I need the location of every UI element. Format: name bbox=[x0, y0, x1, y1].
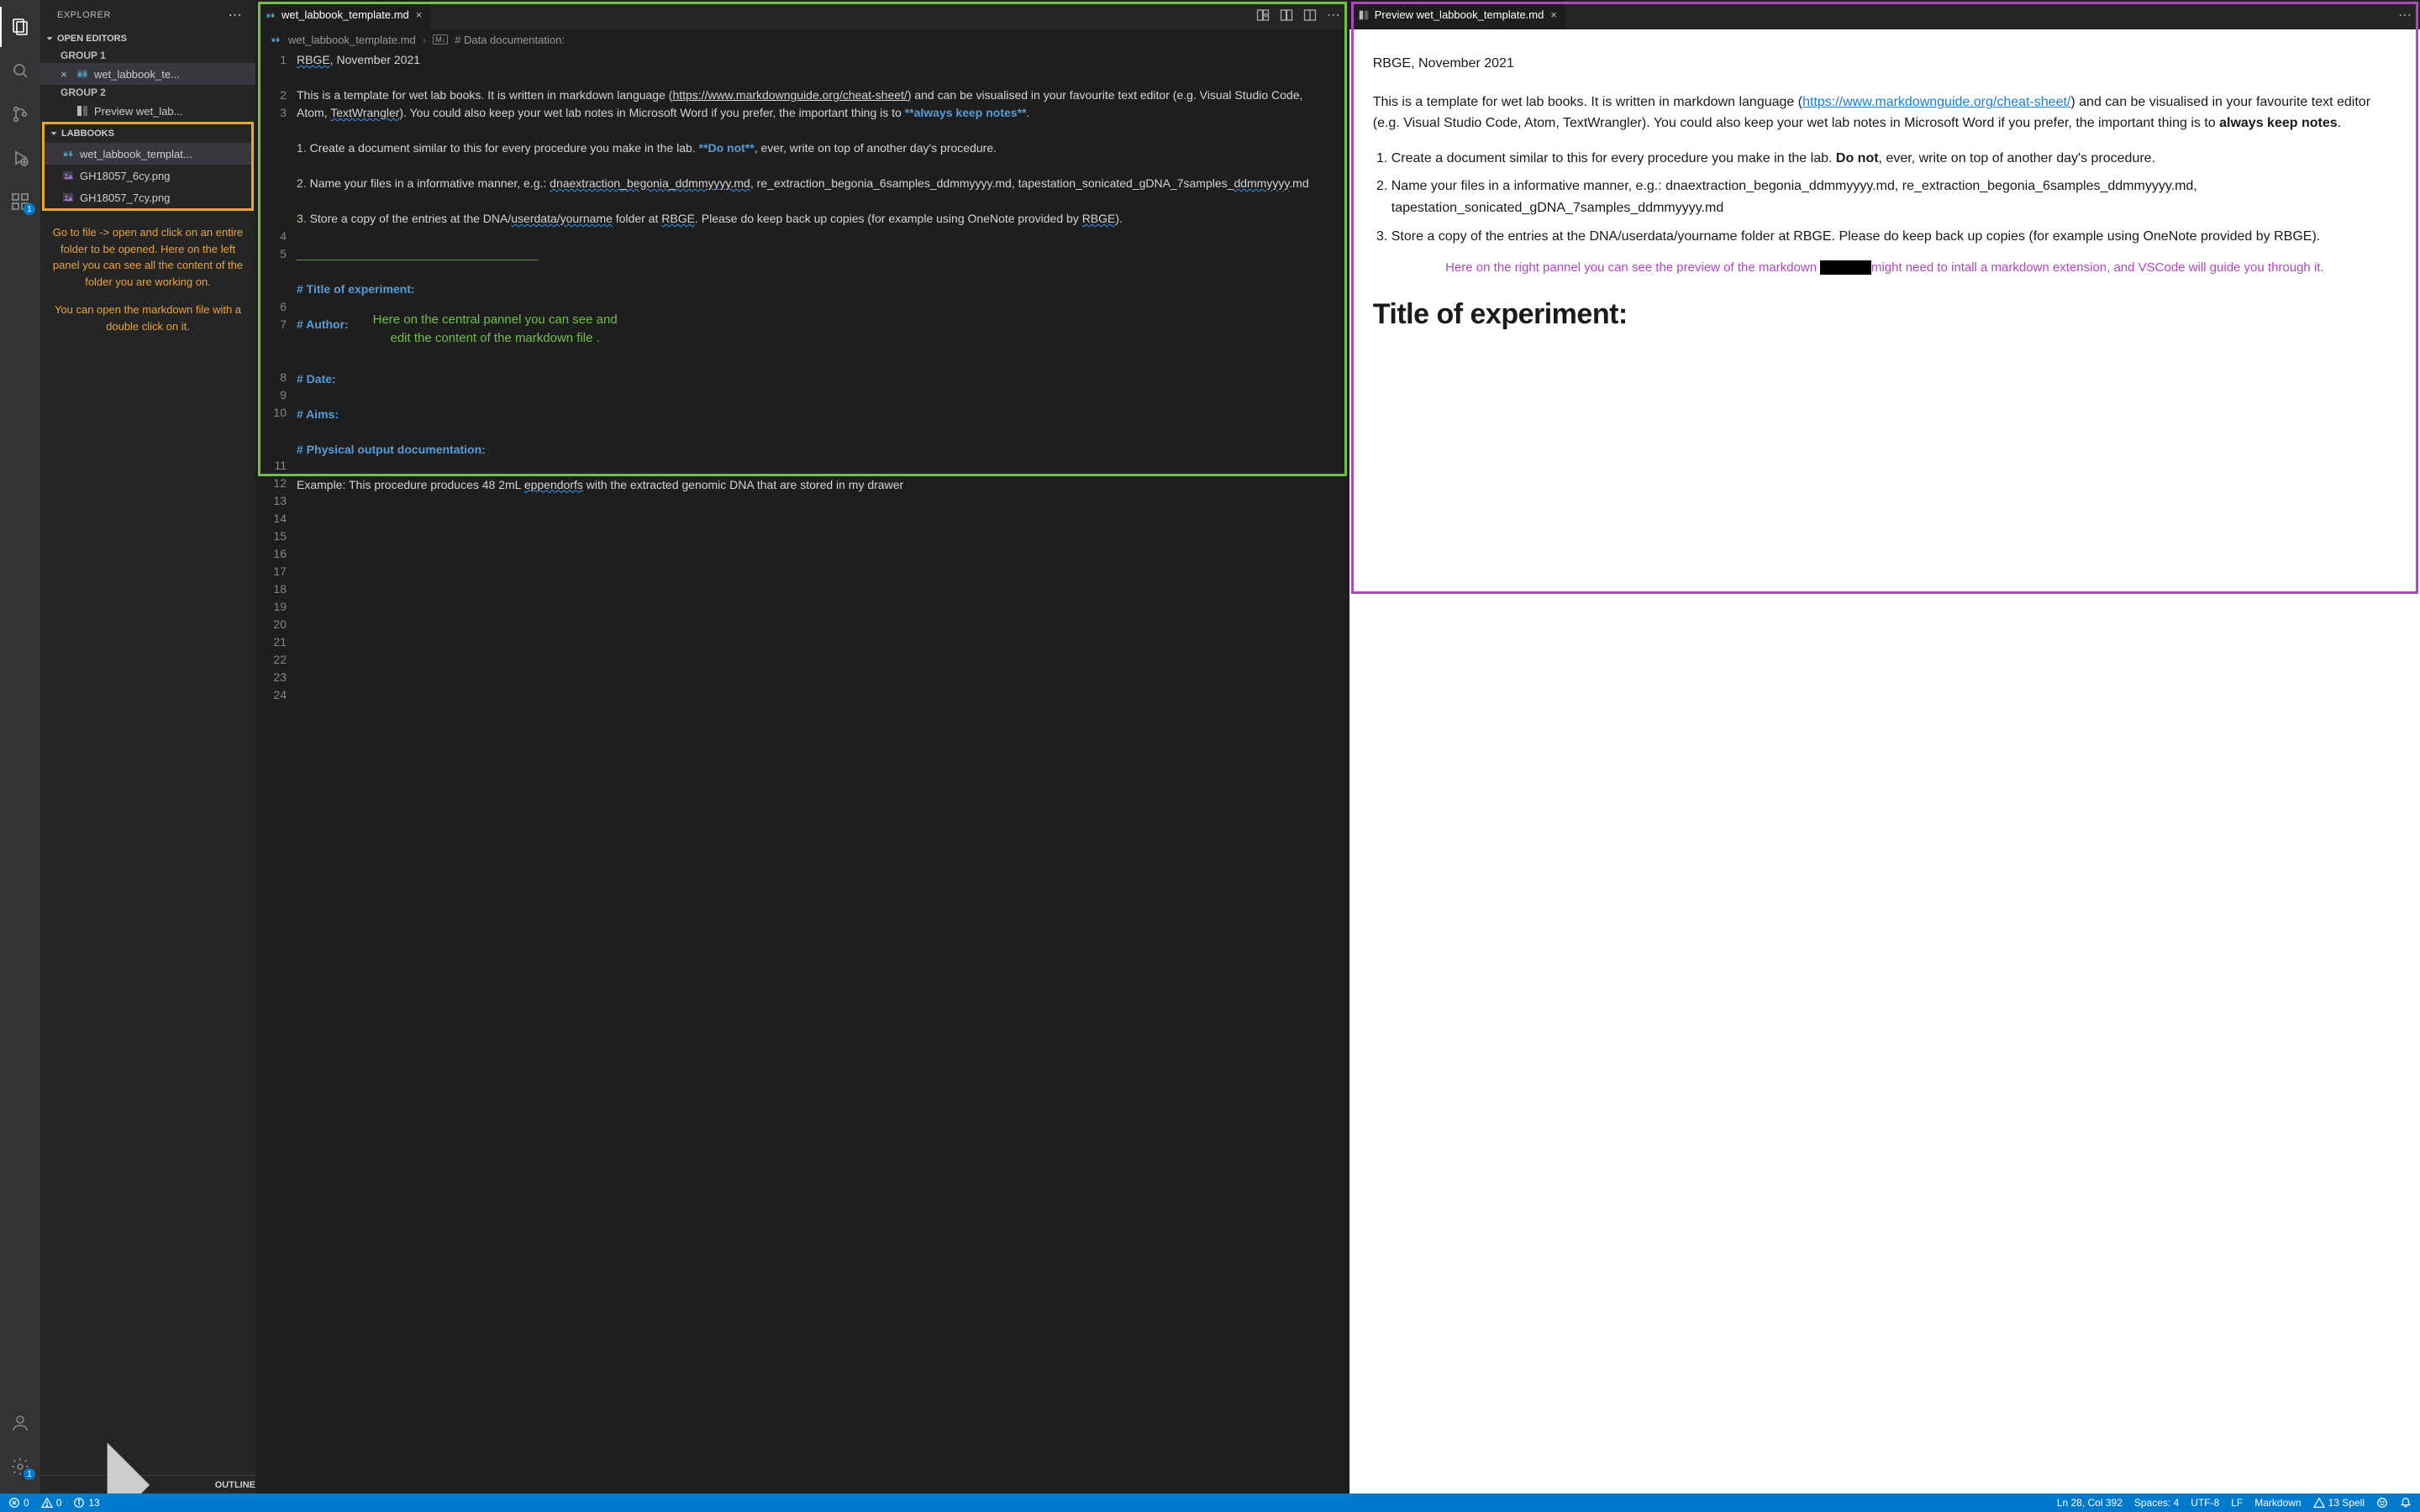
more-icon[interactable]: ⋯ bbox=[2398, 7, 2412, 24]
open-editor-item[interactable]: Preview wet_lab... bbox=[40, 100, 255, 122]
status-warnings[interactable]: 0 bbox=[41, 1497, 62, 1509]
notifications-icon[interactable] bbox=[2400, 1497, 2412, 1509]
preview-link[interactable]: https://www.markdownguide.org/cheat-shee… bbox=[1802, 95, 2070, 109]
activity-bar: 1 1 bbox=[0, 0, 40, 1494]
markdown-preview[interactable]: RBGE, November 2021 This is a template f… bbox=[1349, 29, 2420, 1494]
markdown-file-icon bbox=[270, 34, 281, 45]
editor-actions: ⋯ bbox=[1256, 0, 1349, 29]
status-info[interactable]: 13 bbox=[73, 1497, 99, 1509]
status-errors[interactable]: 0 bbox=[8, 1497, 29, 1509]
close-icon[interactable]: × bbox=[416, 8, 423, 21]
list-item: Store a copy of the entries at the DNA/u… bbox=[1392, 226, 2396, 248]
status-language[interactable]: Markdown bbox=[2254, 1497, 2301, 1509]
tab-label: Preview wet_labbook_template.md bbox=[1375, 8, 1544, 21]
annotation-text: Here on the right pannel you can see the… bbox=[1373, 259, 2396, 276]
breadcrumb-item[interactable]: # Data documentation: bbox=[455, 34, 565, 46]
preview-icon bbox=[76, 104, 89, 118]
preview-tab[interactable]: Preview wet_labbook_template.md × bbox=[1349, 0, 1566, 29]
split-editor-icon[interactable] bbox=[1303, 8, 1317, 22]
preview-paragraph: RBGE, November 2021 bbox=[1373, 53, 2396, 75]
annotation-text: Go to file -> open and click on an entir… bbox=[40, 211, 255, 348]
file-label: Preview wet_lab... bbox=[94, 105, 183, 118]
file-label: wet_labbook_te... bbox=[94, 68, 180, 81]
gear-icon[interactable]: 1 bbox=[0, 1446, 40, 1487]
file-label: wet_labbook_templat... bbox=[80, 148, 192, 160]
close-icon[interactable]: × bbox=[1550, 8, 1557, 21]
line-gutter: 123456789101112131415161718192021222324 bbox=[256, 51, 297, 1494]
tab-bar: wet_labbook_template.md × ⋯ bbox=[256, 0, 1349, 29]
annotation-box-orange: LABBOOKS wet_labbook_templat... GH18057_… bbox=[42, 122, 254, 211]
editor-tab[interactable]: wet_labbook_template.md × bbox=[256, 0, 431, 29]
preview-list: Create a document similar to this for ev… bbox=[1392, 148, 2396, 247]
breadcrumb[interactable]: wet_labbook_template.md › M↓ # Data docu… bbox=[256, 29, 1349, 50]
sidebar: EXPLORER⋯ OPEN EDITORS GROUP 1 × wet_lab… bbox=[40, 0, 255, 1494]
editor-actions: ⋯ bbox=[2398, 0, 2420, 29]
preview-icon bbox=[1358, 9, 1370, 21]
file-item[interactable]: GH18057_6cy.png bbox=[45, 165, 251, 186]
open-editor-item[interactable]: × wet_labbook_te... bbox=[40, 63, 255, 85]
markdown-file-icon bbox=[76, 67, 89, 81]
split-preview-icon[interactable] bbox=[1280, 8, 1293, 22]
symbol-icon: M↓ bbox=[433, 34, 448, 45]
open-editors-header[interactable]: OPEN EDITORS bbox=[40, 29, 255, 48]
status-cursor[interactable]: Ln 28, Col 392 bbox=[2057, 1497, 2123, 1509]
annotation-text: Here on the central pannel you can see a… bbox=[365, 311, 625, 348]
more-icon[interactable]: ⋯ bbox=[229, 7, 243, 24]
feedback-icon[interactable] bbox=[2376, 1497, 2388, 1509]
outline-header[interactable]: OUTLINE bbox=[40, 1475, 255, 1494]
markdown-file-icon bbox=[61, 147, 75, 160]
preview-paragraph: This is a template for wet lab books. It… bbox=[1373, 92, 2396, 134]
search-icon[interactable] bbox=[0, 50, 40, 91]
image-file-icon bbox=[61, 191, 75, 204]
tab-bar: Preview wet_labbook_template.md × ⋯ bbox=[1349, 0, 2420, 29]
more-icon[interactable]: ⋯ bbox=[1327, 7, 1340, 24]
status-spaces[interactable]: Spaces: 4 bbox=[2134, 1497, 2179, 1509]
run-debug-icon[interactable] bbox=[0, 138, 40, 178]
group-2-label: GROUP 2 bbox=[40, 85, 255, 100]
file-item[interactable]: wet_labbook_templat... bbox=[45, 143, 251, 165]
open-preview-icon[interactable] bbox=[1256, 8, 1270, 22]
editor-group-preview: Preview wet_labbook_template.md × ⋯ RBGE… bbox=[1349, 0, 2420, 1494]
sidebar-title: EXPLORER⋯ bbox=[40, 0, 255, 29]
tab-label: wet_labbook_template.md bbox=[281, 8, 409, 21]
status-bar: 0 0 13 Ln 28, Col 392 Spaces: 4 UTF-8 LF… bbox=[0, 1494, 2420, 1512]
extensions-icon[interactable]: 1 bbox=[0, 181, 40, 222]
group-1-label: GROUP 1 bbox=[40, 48, 255, 63]
file-item[interactable]: GH18057_7cy.png bbox=[45, 186, 251, 208]
file-label: GH18057_7cy.png bbox=[80, 192, 170, 204]
code-editor[interactable]: 123456789101112131415161718192021222324 … bbox=[256, 50, 1349, 1494]
editor-area: wet_labbook_template.md × ⋯ wet_labbook_… bbox=[255, 0, 2420, 1494]
list-item: Create a document similar to this for ev… bbox=[1392, 148, 2396, 170]
close-icon[interactable]: × bbox=[57, 68, 71, 81]
account-icon[interactable] bbox=[0, 1403, 40, 1443]
explorer-icon[interactable] bbox=[0, 7, 40, 47]
source-control-icon[interactable] bbox=[0, 94, 40, 134]
folder-header[interactable]: LABBOOKS bbox=[45, 124, 251, 143]
breadcrumb-item[interactable]: wet_labbook_template.md bbox=[288, 34, 416, 46]
markdown-file-icon bbox=[265, 9, 276, 21]
status-encoding[interactable]: UTF-8 bbox=[2191, 1497, 2219, 1509]
code-content[interactable]: RBGE, November 2021 This is a template f… bbox=[297, 51, 1349, 1494]
preview-heading: Title of experiment: bbox=[1373, 291, 2396, 337]
file-label: GH18057_6cy.png bbox=[80, 170, 170, 182]
editor-group-code: wet_labbook_template.md × ⋯ wet_labbook_… bbox=[255, 0, 1349, 1494]
status-eol[interactable]: LF bbox=[2231, 1497, 2243, 1509]
list-item: Name your files in a informative manner,… bbox=[1392, 176, 2396, 218]
status-spell[interactable]: 13 Spell bbox=[2313, 1497, 2365, 1509]
image-file-icon bbox=[61, 169, 75, 182]
